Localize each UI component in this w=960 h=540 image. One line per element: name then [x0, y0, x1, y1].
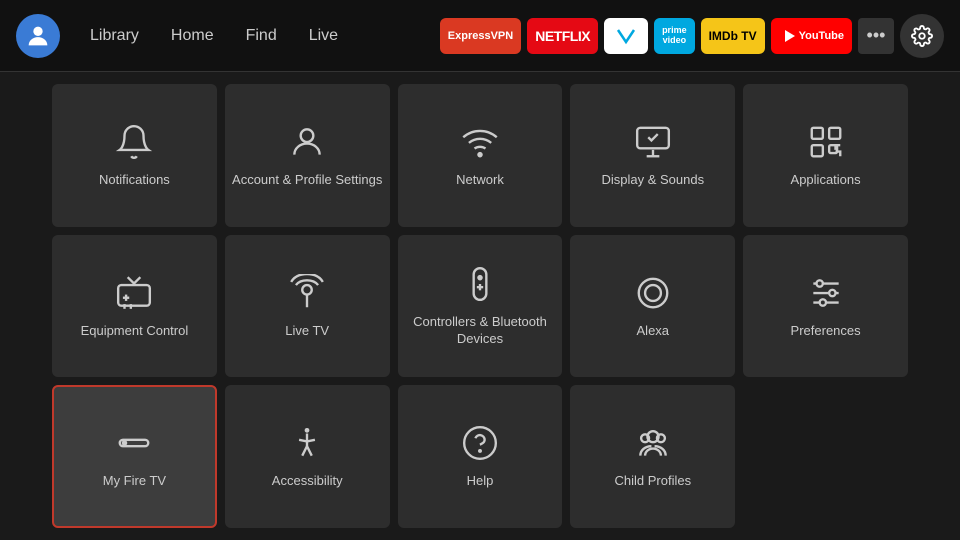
grid-display-sounds[interactable]: Display & Sounds	[570, 84, 735, 227]
live-tv-label: Live TV	[281, 323, 333, 340]
grid-preferences[interactable]: Preferences	[743, 235, 908, 378]
grid-notifications[interactable]: Notifications	[52, 84, 217, 227]
grid-alexa[interactable]: Alexa	[570, 235, 735, 378]
grid-applications[interactable]: Applications	[743, 84, 908, 227]
app-youtube[interactable]: YouTube	[771, 18, 852, 54]
app-imdb[interactable]: IMDb TV	[701, 18, 765, 54]
help-label: Help	[463, 473, 498, 490]
grid-help[interactable]: Help	[398, 385, 563, 528]
nav-live[interactable]: Live	[295, 21, 352, 51]
controllers-label: Controllers & Bluetooth Devices	[398, 314, 563, 348]
grid-accessibility[interactable]: Accessibility	[225, 385, 390, 528]
help-icon	[460, 423, 500, 463]
child-profiles-icon	[633, 423, 673, 463]
equipment-control-label: Equipment Control	[77, 323, 193, 340]
tv-icon	[114, 273, 154, 313]
app-primevideo[interactable]: primevideo	[654, 18, 695, 54]
notifications-label: Notifications	[95, 172, 174, 189]
my-fire-tv-label: My Fire TV	[99, 473, 170, 490]
grid-controllers-bluetooth[interactable]: Controllers & Bluetooth Devices	[398, 235, 563, 378]
display-icon	[633, 122, 673, 162]
person-icon	[287, 122, 327, 162]
grid-network[interactable]: Network	[398, 84, 563, 227]
grid-account-profile[interactable]: Account & Profile Settings	[225, 84, 390, 227]
more-button[interactable]: •••	[858, 18, 894, 54]
accessibility-icon	[287, 423, 327, 463]
grid-equipment-control[interactable]: Equipment Control	[52, 235, 217, 378]
bell-icon	[114, 122, 154, 162]
wifi-icon	[460, 122, 500, 162]
nav-home[interactable]: Home	[157, 21, 228, 51]
alexa-icon	[633, 273, 673, 313]
alexa-label: Alexa	[633, 323, 674, 340]
grid-live-tv[interactable]: Live TV	[225, 235, 390, 378]
avatar[interactable]	[16, 14, 60, 58]
settings-button[interactable]	[900, 14, 944, 58]
app-netflix[interactable]: NETFLIX	[527, 18, 598, 54]
sliders-icon	[806, 273, 846, 313]
child-profiles-label: Child Profiles	[610, 473, 695, 490]
network-label: Network	[452, 172, 508, 189]
apps-icon	[806, 122, 846, 162]
display-sounds-label: Display & Sounds	[597, 172, 708, 189]
app-expressvpn[interactable]: ExpressVPN	[440, 18, 521, 54]
apps-bar: ExpressVPN NETFLIX primevideo IMDb TV Yo…	[440, 14, 944, 58]
topbar: Library Home Find Live ExpressVPN NETFLI…	[0, 0, 960, 72]
app-freevee[interactable]	[604, 18, 648, 54]
settings-grid: Notifications Account & Profile Settings…	[0, 72, 960, 540]
nav-library[interactable]: Library	[76, 21, 153, 51]
nav-links: Library Home Find Live	[76, 21, 352, 51]
remote-icon	[460, 264, 500, 304]
preferences-label: Preferences	[787, 323, 865, 340]
applications-label: Applications	[787, 172, 865, 189]
antenna-icon	[287, 273, 327, 313]
grid-my-fire-tv[interactable]: My Fire TV	[52, 385, 217, 528]
nav-find[interactable]: Find	[232, 21, 291, 51]
firetv-icon	[114, 423, 154, 463]
accessibility-label: Accessibility	[268, 473, 347, 490]
account-profile-label: Account & Profile Settings	[228, 172, 386, 189]
grid-child-profiles[interactable]: Child Profiles	[570, 385, 735, 528]
